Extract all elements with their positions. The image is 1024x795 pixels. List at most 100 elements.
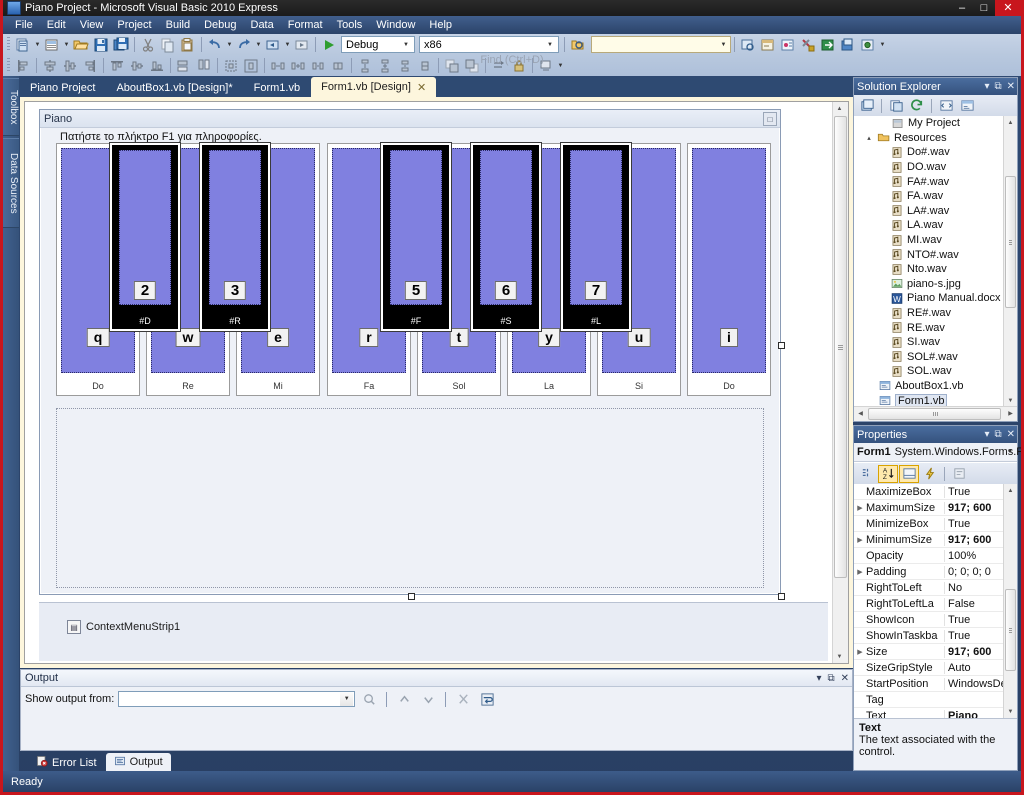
tree-item-resources[interactable]: ▴ Resources — [854, 131, 1017, 146]
black-key-l-sharp-surface[interactable]: 7 — [570, 150, 622, 305]
solution-explorer-vertical-scrollbar[interactable]: ▲ ▼ — [1003, 116, 1017, 407]
output-text-area[interactable] — [21, 708, 852, 750]
navigate-backward-icon[interactable] — [263, 35, 283, 54]
tree-item-aboutbox1-vb[interactable]: AboutBox1.vb — [854, 379, 1017, 394]
tab-aboutbox1-design[interactable]: AboutBox1.vb [Design]* — [106, 79, 242, 97]
solution-explorer-close-icon[interactable]: ✕ — [1007, 81, 1015, 92]
property-row-text[interactable]: Text Piano — [854, 708, 1017, 718]
solution-explorer-menu-icon[interactable]: ▾ — [984, 81, 989, 92]
tree-item-piano-s-jpg[interactable]: piano-s.jpg — [854, 277, 1017, 292]
tab-output[interactable]: Output — [105, 753, 171, 771]
sidebar-item-data-sources[interactable]: Data Sources — [3, 138, 19, 228]
clear-all-icon[interactable] — [453, 690, 473, 709]
black-key-d-sharp-surface[interactable]: 2 — [119, 150, 171, 305]
view-code-icon[interactable] — [936, 97, 956, 115]
events-view-icon[interactable] — [920, 465, 940, 483]
black-key-d-sharp[interactable]: 2 #D — [109, 142, 181, 332]
property-expander-padding[interactable]: ▶ — [854, 568, 866, 576]
scroll-down-icon[interactable]: ▼ — [833, 650, 846, 663]
property-row-startposition[interactable]: StartPosition WindowsDefault — [854, 676, 1017, 692]
black-key-s-sharp-surface[interactable]: 6 — [480, 150, 532, 305]
start-page-icon[interactable] — [818, 35, 838, 54]
toolbar-grip[interactable] — [7, 37, 10, 52]
property-row-sizegripstyle[interactable]: SizeGripStyle Auto — [854, 660, 1017, 676]
refresh-icon[interactable] — [907, 97, 927, 115]
output-panel-pin-icon[interactable]: ⧉ — [827, 673, 834, 684]
undo-dropdown-icon[interactable]: ▼ — [225, 35, 234, 54]
start-debugging-icon[interactable] — [319, 35, 339, 54]
tree-item-mi-wav[interactable]: MI.wav — [854, 233, 1017, 248]
redo-dropdown-icon[interactable]: ▼ — [254, 35, 263, 54]
menu-file[interactable]: File — [8, 17, 40, 33]
property-row-padding[interactable]: ▶ Padding 0; 0; 0; 0 — [854, 564, 1017, 580]
resize-handle-middle-right[interactable] — [778, 342, 785, 349]
property-row-opacity[interactable]: Opacity 100% — [854, 548, 1017, 564]
save-all-icon[interactable] — [111, 35, 131, 54]
tree-item-sol-wav[interactable]: SOL.wav — [854, 364, 1017, 379]
properties-menu-icon[interactable]: ▾ — [984, 429, 989, 440]
tab-piano-project[interactable]: Piano Project — [20, 79, 105, 97]
minimize-button[interactable]: – — [951, 0, 973, 16]
close-icon[interactable]: ✕ — [417, 81, 426, 94]
properties-page-icon[interactable] — [857, 97, 877, 115]
tab-form1-design[interactable]: Form1.vb [Design] ✕ — [311, 77, 437, 97]
tab-error-list[interactable]: Error List — [28, 754, 105, 771]
property-row-minimumsize[interactable]: ▶ MinimumSize 917; 600 — [854, 532, 1017, 548]
properties-object-selector[interactable]: Form1 System.Windows.Forms.Fo ▼ — [854, 443, 1021, 462]
property-expander-maximumsize[interactable]: ▶ — [854, 504, 866, 512]
properties-grid[interactable]: MaximizeBox True ▶ MaximumSize 917; 600 … — [854, 484, 1017, 718]
menu-tools[interactable]: Tools — [330, 17, 370, 33]
property-pages-icon[interactable] — [949, 465, 969, 483]
se-hscroll-thumb[interactable] — [868, 408, 1001, 420]
black-key-f-sharp[interactable]: 5 #F — [380, 142, 452, 332]
output-panel-menu-icon[interactable]: ▾ — [816, 673, 821, 684]
menu-data[interactable]: Data — [244, 17, 281, 33]
find-input[interactable]: ▼ — [591, 36, 731, 53]
se-scroll-up-icon[interactable]: ▲ — [1004, 116, 1017, 129]
alphabetical-sort-icon[interactable]: AZ — [878, 464, 898, 483]
close-button[interactable]: ✕ — [995, 0, 1021, 16]
menu-view[interactable]: View — [73, 17, 111, 33]
tree-item-nto-sharp-wav[interactable]: NTO#.wav — [854, 247, 1017, 262]
form-close-icon[interactable]: □ — [763, 112, 777, 126]
tree-item-sol-sharp-wav[interactable]: SOL#.wav — [854, 350, 1017, 365]
new-project-dropdown-icon[interactable]: ▼ — [33, 35, 42, 54]
scroll-up-icon[interactable]: ▲ — [833, 102, 846, 115]
property-row-righttoleftlayout[interactable]: RightToLeftLa False — [854, 596, 1017, 612]
designer-vertical-scrollbar[interactable]: ▲ ▼ — [832, 102, 848, 663]
menu-format[interactable]: Format — [281, 17, 330, 33]
output-panel-close-icon[interactable]: ✕ — [841, 673, 849, 684]
chevron-down-icon-2[interactable]: ▼ — [544, 37, 556, 52]
designer-vscroll-thumb[interactable] — [834, 116, 847, 578]
chevron-down-icon-properties[interactable]: ▼ — [1007, 449, 1013, 455]
navigate-backward-dropdown-icon[interactable]: ▼ — [283, 35, 292, 54]
designer-canvas[interactable]: Piano □ Πατήστε το πλήκτρο F1 για πληροφ… — [24, 101, 849, 664]
show-all-files-icon[interactable] — [886, 97, 906, 115]
object-browser-icon[interactable] — [778, 35, 798, 54]
cut-icon[interactable] — [138, 35, 158, 54]
add-new-item-dropdown-icon[interactable]: ▼ — [62, 35, 71, 54]
properties-pin-icon[interactable]: ⧉ — [994, 429, 1001, 440]
se-scroll-right-icon[interactable]: ▶ — [1004, 407, 1017, 420]
tree-item-la-wav[interactable]: LA.wav — [854, 218, 1017, 233]
property-row-maximizebox[interactable]: MaximizeBox True — [854, 484, 1017, 500]
black-key-l-sharp[interactable]: 7 #L — [560, 142, 632, 332]
black-key-r-sharp-surface[interactable]: 3 — [209, 150, 261, 305]
save-icon[interactable] — [91, 35, 111, 54]
add-new-item-icon[interactable] — [42, 35, 62, 54]
go-to-previous-message-icon[interactable] — [394, 690, 414, 709]
properties-vertical-scrollbar[interactable]: ▲ ▼ — [1003, 484, 1017, 718]
property-row-righttoleft[interactable]: RightToLeft No — [854, 580, 1017, 596]
property-row-tag[interactable]: Tag — [854, 692, 1017, 708]
tree-item-do-sharp-wav[interactable]: Do#.wav — [854, 145, 1017, 160]
black-key-f-sharp-surface[interactable]: 5 — [390, 150, 442, 305]
property-row-minimizebox[interactable]: MinimizeBox True — [854, 516, 1017, 532]
tree-item-nto-wav[interactable]: Nto.wav — [854, 262, 1017, 277]
solution-platform-dropdown[interactable]: x86 ▼ — [419, 36, 559, 53]
tree-item-my-project[interactable]: My Project — [854, 116, 1017, 131]
properties-window-icon[interactable] — [758, 35, 778, 54]
property-row-size[interactable]: ▶ Size 917; 600 — [854, 644, 1017, 660]
black-key-s-sharp[interactable]: 6 #S — [470, 142, 542, 332]
tab-form1-vb[interactable]: Form1.vb — [244, 79, 310, 97]
tree-expander-resources[interactable]: ▴ — [864, 134, 874, 142]
